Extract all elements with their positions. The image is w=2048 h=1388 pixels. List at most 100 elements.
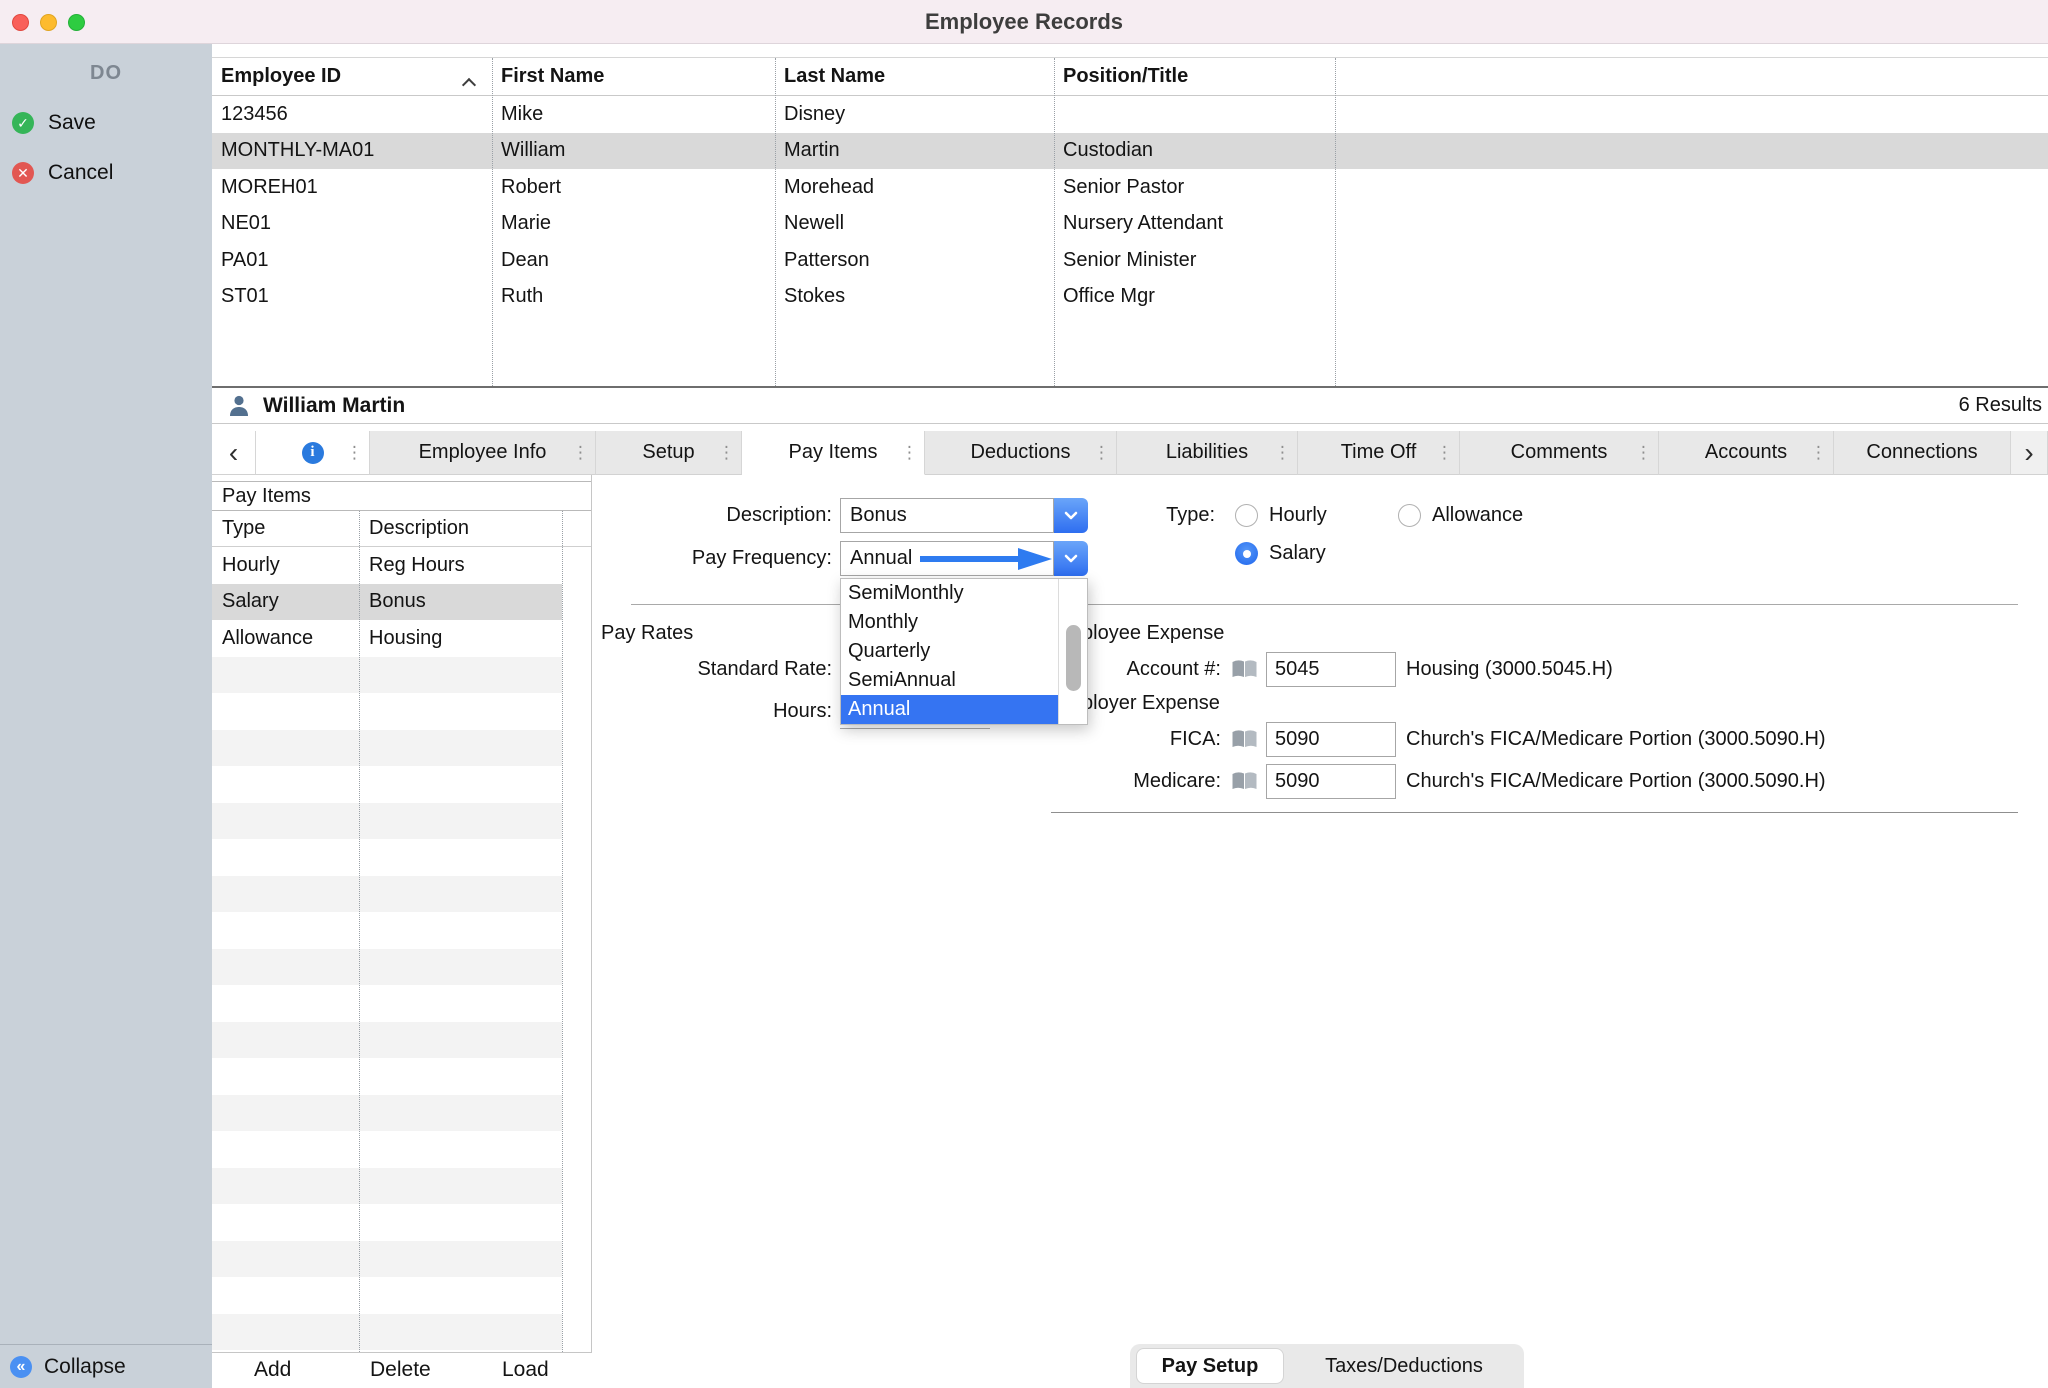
dropdown-option[interactable]: SemiMonthly — [841, 579, 1058, 608]
dropdown-option[interactable]: SemiAnnual — [841, 666, 1058, 695]
sidebar: DO ✓ Save ✕ Cancel « Collapse — [0, 44, 212, 1388]
add-button[interactable]: Add — [254, 1358, 291, 1382]
tab-handle-icon: ⋮ — [1093, 443, 1110, 463]
radio-salary[interactable]: Salary — [1235, 536, 1326, 571]
account-lookup-icon[interactable] — [1231, 658, 1258, 686]
close-window-button[interactable] — [12, 14, 29, 31]
account-number-field[interactable]: 5045 — [1266, 652, 1396, 687]
load-button[interactable]: Load — [502, 1358, 549, 1382]
medicare-account-field[interactable]: 5090 — [1266, 764, 1396, 799]
column-header-type[interactable]: Type — [212, 517, 359, 540]
empty-row — [212, 1314, 562, 1351]
column-header-last-name[interactable]: Last Name — [775, 65, 1054, 88]
chevron-down-icon[interactable] — [1054, 541, 1088, 576]
tab-liabilities[interactable]: Liabilities ⋮ — [1117, 431, 1298, 475]
empty-row — [212, 1204, 562, 1241]
tabs-scroll-right-button[interactable]: › — [2011, 431, 2048, 475]
minimize-window-button[interactable] — [40, 14, 57, 31]
empty-row — [212, 1241, 562, 1278]
dropdown-option-highlighted[interactable]: Annual — [841, 695, 1058, 724]
empty-row — [212, 657, 562, 694]
tab-taxes-deductions[interactable]: Taxes/Deductions — [1284, 1355, 1524, 1378]
pay-frequency-dropdown[interactable]: Annual — [840, 541, 1088, 576]
table-row[interactable]: NE01 Marie Newell Nursery Attendant — [212, 206, 2048, 243]
tab-time-off[interactable]: Time Off ⋮ — [1298, 431, 1460, 475]
person-icon — [228, 394, 250, 418]
table-row[interactable]: MOREH01 Robert Morehead Senior Pastor — [212, 169, 2048, 206]
radio-icon — [1235, 504, 1258, 527]
pay-items-panel: Pay Items Type Description Hourly Reg Ho… — [212, 475, 592, 1352]
tab-handle-icon: ⋮ — [1274, 443, 1291, 463]
type-label: Type: — [1110, 498, 1215, 533]
dropdown-option[interactable]: Quarterly — [841, 637, 1058, 666]
tab-setup[interactable]: Setup ⋮ — [596, 431, 742, 475]
medicare-description: Church's FICA/Medicare Portion (3000.509… — [1406, 764, 1826, 799]
list-item-selected[interactable]: Salary Bonus — [212, 584, 562, 621]
radio-hourly[interactable]: Hourly — [1235, 498, 1327, 533]
standard-rate-label: Standard Rate: — [620, 652, 832, 687]
list-item[interactable]: Hourly Reg Hours — [212, 547, 562, 584]
tab-bar: ‹ i ⋮ Employee Info ⋮ Setup ⋮ Pay Items … — [212, 431, 2048, 475]
dropdown-options: SemiMonthly Monthly Quarterly SemiAnnual… — [841, 579, 1058, 724]
cancel-label: Cancel — [48, 161, 113, 185]
table-row[interactable]: 123456 Mike Disney — [212, 96, 2048, 133]
account-lookup-icon[interactable] — [1231, 728, 1258, 756]
empty-row — [212, 1022, 562, 1059]
tab-accounts[interactable]: Accounts ⋮ — [1659, 431, 1834, 475]
zoom-window-button[interactable] — [68, 14, 85, 31]
app-window: Employee Records DO ✓ Save ✕ Cancel « Co… — [0, 0, 2048, 1388]
table-row[interactable]: ST01 Ruth Stokes Office Mgr — [212, 279, 2048, 316]
tab-handle-icon: ⋮ — [718, 443, 735, 463]
column-header-employee-id[interactable]: Employee ID — [212, 65, 492, 88]
column-header-position[interactable]: Position/Title — [1054, 65, 1335, 88]
sort-ascending-icon — [462, 78, 476, 88]
dropdown-option[interactable]: Monthly — [841, 608, 1058, 637]
empty-row — [212, 1095, 562, 1132]
delete-button[interactable]: Delete — [370, 1358, 431, 1382]
tab-deductions[interactable]: Deductions ⋮ — [925, 431, 1117, 475]
pay-rates-title: Pay Rates — [601, 619, 693, 647]
scrollbar-thumb[interactable] — [1066, 625, 1081, 691]
medicare-label: Medicare: — [1030, 764, 1221, 799]
pay-items-footer: Add Delete Load — [212, 1352, 592, 1388]
empty-row — [212, 949, 562, 986]
tab-employee-info[interactable]: Employee Info ⋮ — [370, 431, 596, 475]
column-header-first-name[interactable]: First Name — [492, 65, 775, 88]
tab-connections[interactable]: Connections — [1834, 431, 2011, 475]
tabs-scroll-left-button[interactable]: ‹ — [212, 431, 256, 475]
tab-pay-setup[interactable]: Pay Setup — [1136, 1348, 1284, 1384]
cancel-button[interactable]: ✕ Cancel — [0, 161, 212, 185]
table-row-selected[interactable]: MONTHLY-MA01 William Martin Custodian — [212, 133, 2048, 170]
empty-row — [212, 1168, 562, 1205]
empty-row — [212, 1058, 562, 1095]
tab-handle-icon: ⋮ — [572, 443, 589, 463]
popup-scrollbar[interactable] — [1058, 579, 1087, 724]
fica-account-field[interactable]: 5090 — [1266, 722, 1396, 757]
table-row[interactable]: PA01 Dean Patterson Senior Minister — [212, 242, 2048, 279]
pay-frequency-options-popup: SemiMonthly Monthly Quarterly SemiAnnual… — [840, 578, 1088, 725]
hours-label: Hours: — [620, 694, 832, 729]
empty-row — [212, 876, 562, 913]
radio-selected-icon — [1235, 542, 1258, 565]
chevron-down-icon[interactable] — [1054, 498, 1088, 533]
radio-allowance[interactable]: Allowance — [1398, 498, 1523, 533]
account-lookup-icon[interactable] — [1231, 770, 1258, 798]
empty-row — [212, 1277, 562, 1314]
tab-record-info[interactable]: i ⋮ — [256, 431, 370, 475]
collapse-button[interactable]: « Collapse — [0, 1344, 212, 1388]
tab-comments[interactable]: Comments ⋮ — [1460, 431, 1659, 475]
column-header-description[interactable]: Description — [359, 517, 591, 540]
list-item[interactable]: Allowance Housing — [212, 620, 562, 657]
tab-handle-icon: ⋮ — [901, 443, 918, 463]
tab-handle-icon: ⋮ — [1810, 443, 1827, 463]
empty-row — [212, 1131, 562, 1168]
check-circle-icon: ✓ — [12, 112, 34, 134]
save-button[interactable]: ✓ Save — [0, 111, 212, 135]
x-circle-icon: ✕ — [12, 162, 34, 184]
column-divider — [562, 511, 563, 1352]
employee-table: Employee ID First Name Last Name Positio… — [212, 57, 2048, 386]
description-dropdown[interactable]: Bonus — [840, 498, 1088, 533]
empty-row — [212, 839, 562, 876]
empty-row — [212, 730, 562, 767]
tab-pay-items[interactable]: Pay Items ⋮ — [742, 431, 925, 475]
